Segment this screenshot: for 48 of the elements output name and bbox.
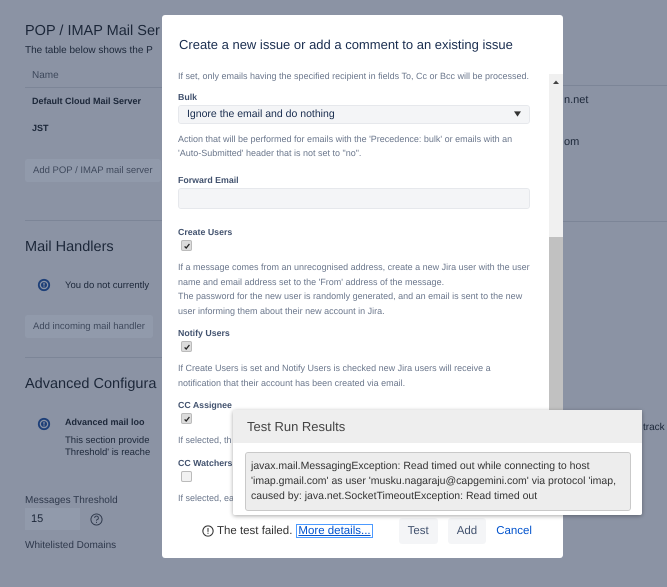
field-label: CC Watchers — [178, 458, 232, 468]
info-icon — [37, 278, 51, 292]
help-text: Action that will be performed for emails with the 'Precedence: bulk' or emails with an 'Auto-Submitted' header that is not set to "no". — [178, 132, 514, 160]
section-description: The table below shows the P — [25, 45, 153, 56]
dialog-button[interactable]: Test — [398, 518, 438, 544]
forward-email-field[interactable] — [178, 188, 530, 209]
help-text: If a message comes from an unrecognised address, create a new Jira user with the user name and email address set to the 'From' address of the message. — [178, 261, 530, 289]
column-header: Name — [32, 70, 59, 81]
table-cell: om — [563, 136, 580, 148]
checkbox[interactable] — [181, 240, 192, 251]
status-text: The test failed. — [216, 525, 292, 537]
field-label: Messages Threshold — [25, 495, 118, 506]
checkbox[interactable] — [181, 470, 192, 482]
field-label: Create Users — [178, 227, 232, 237]
checkbox[interactable] — [181, 341, 192, 352]
more-details-link[interactable]: More details... — [296, 524, 373, 538]
error-message: javax.mail.MessagingException: Read timed out while connecting to host 'imap.gmail.com' as user 'musku.nagaraju@capgemini.com' via protocol 'imap, caused by: java.net.SocketTimeoutException: Read timed out — [245, 452, 631, 511]
table-cell: n.net — [563, 94, 588, 106]
notice-title: Advanced mail loo — [65, 417, 146, 427]
field-label: Forward Email — [178, 174, 239, 185]
threshold-field[interactable]: 15 — [25, 508, 80, 530]
help-text: The password for the new user is randomly generated, and an email is sent to the new user informing them about their new account in Jira. — [178, 290, 524, 318]
cancel-link[interactable]: Cancel — [490, 518, 538, 544]
help-text: If selected, th — [178, 434, 232, 447]
popup-title: Test Run Results — [233, 410, 642, 443]
dropdown-arrow-icon — [514, 111, 521, 118]
table-cell-text: Default Cloud Mail Server — [32, 96, 142, 108]
notice-text: You do not currently — [65, 280, 150, 290]
info-icon — [37, 417, 51, 431]
notice-text: track — [643, 422, 665, 433]
notice-text: This section provide — [65, 435, 150, 446]
bulk-select[interactable]: Ignore the email and do nothing — [178, 104, 530, 124]
help-text: If Create Users is set and Notify Users is checked new Jira users will receive a notification that their account has been created via email. — [178, 362, 492, 390]
notice-text: Threshold' is reache — [65, 447, 150, 458]
help-icon[interactable] — [90, 512, 103, 526]
dialog-title: Create a new issue or add a comment to an existing issue — [178, 36, 514, 54]
checkbox[interactable] — [181, 413, 192, 424]
section-heading: Advanced Configura — [25, 375, 156, 394]
help-text: If set, only emails having the specified recipient in fields To, Cc or Bcc will be processed. — [178, 70, 529, 83]
field-label: CC Assignee — [178, 400, 232, 410]
warning-icon — [202, 525, 214, 537]
section-heading: Mail Handlers — [25, 238, 114, 257]
field-label: Bulk — [178, 92, 198, 102]
dialog-button[interactable]: Add — [448, 518, 486, 544]
section-heading: POP / IMAP Mail Ser — [25, 22, 160, 41]
field-label: Whitelisted Domains — [25, 540, 116, 551]
table-cell-text: JST — [32, 123, 49, 135]
field-label: Notify Users — [178, 328, 230, 338]
